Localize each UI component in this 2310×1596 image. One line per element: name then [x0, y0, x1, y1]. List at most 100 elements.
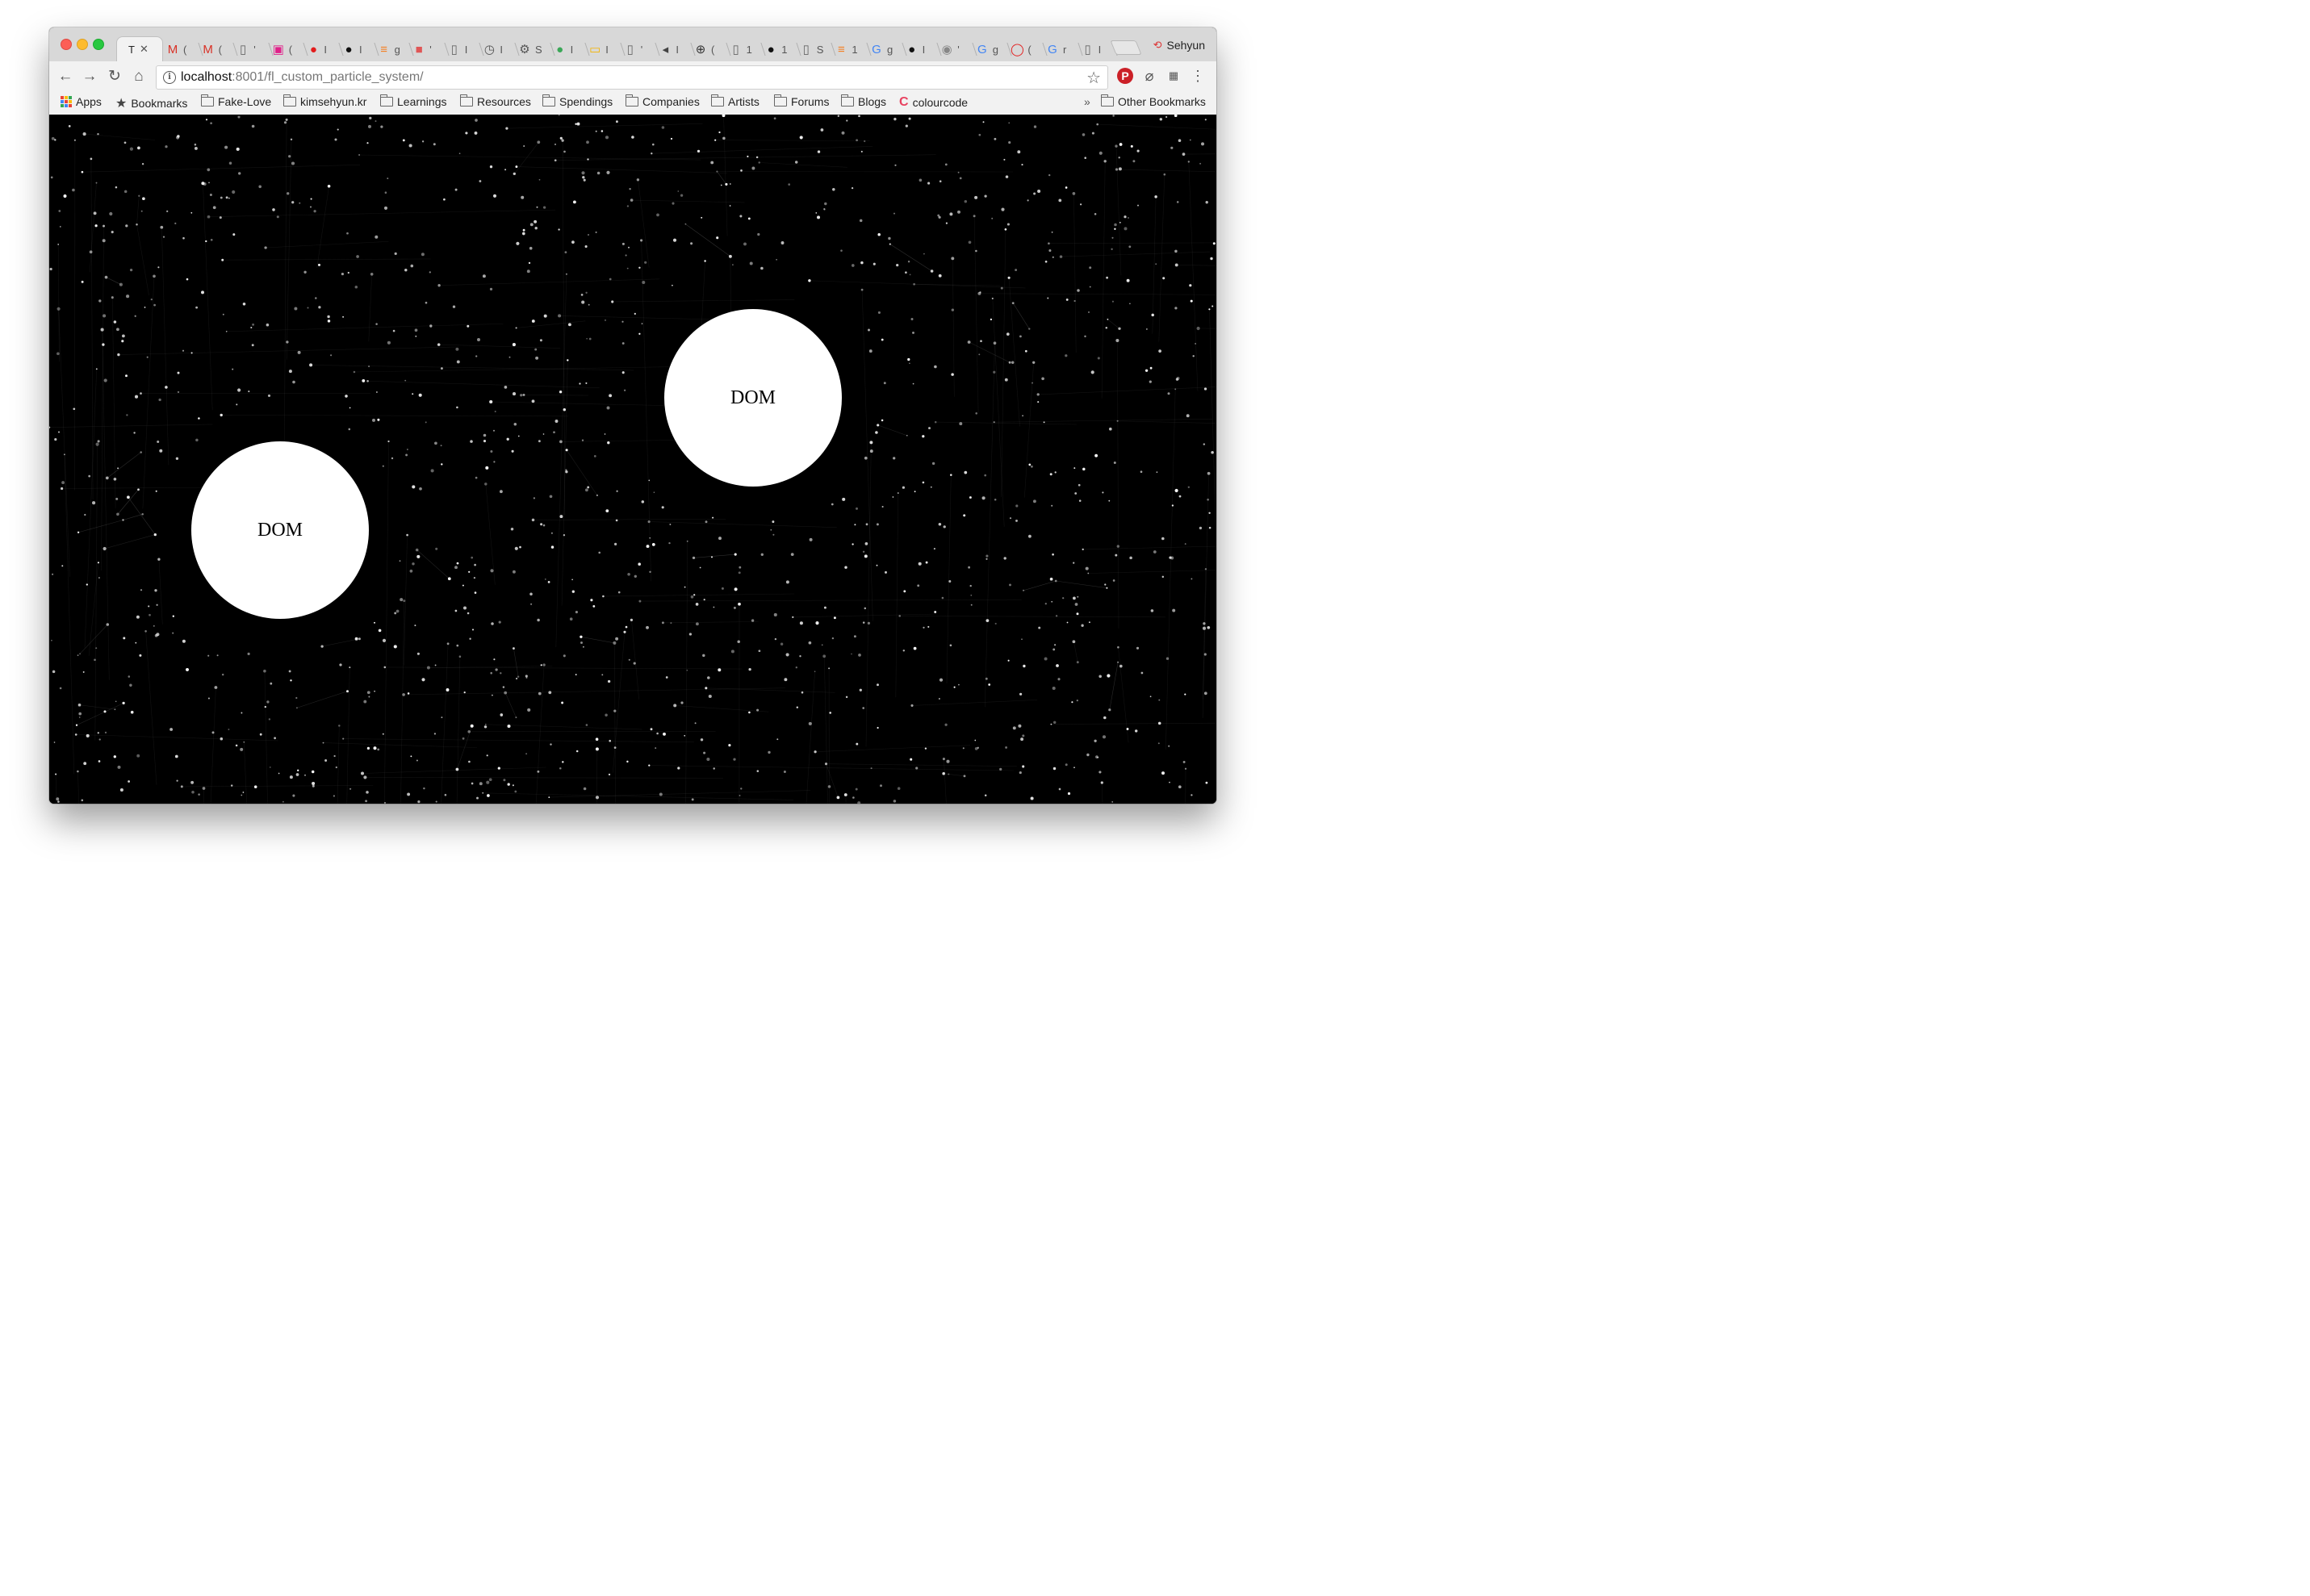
particle [595, 796, 600, 800]
particle [974, 739, 977, 742]
paperclip-icon[interactable]: ⌀ [1141, 68, 1157, 84]
particle [382, 733, 384, 735]
particle [368, 124, 371, 128]
particle [402, 139, 405, 142]
back-button[interactable]: ← [56, 68, 74, 86]
bookmark-folder-artists[interactable]: Artists [710, 94, 760, 108]
pinterest-icon[interactable]: P [1117, 68, 1133, 84]
particle [95, 442, 99, 446]
particle-link [84, 369, 98, 648]
tab-document[interactable]: ▯ I [1069, 37, 1118, 61]
particle [548, 796, 550, 798]
profile-button[interactable]: ⟲ Sehyun [1153, 39, 1205, 52]
particle-link [1203, 569, 1207, 700]
particle [647, 520, 651, 524]
menu-icon[interactable]: ⋮ [1190, 68, 1206, 84]
particle-link [516, 166, 728, 173]
bookmark-folder-blogs[interactable]: Blogs [840, 94, 886, 108]
bookmark-folder-learnings[interactable]: Learnings [379, 94, 447, 108]
particle [739, 215, 743, 218]
particle [1059, 255, 1063, 258]
particle [263, 669, 266, 673]
particle [378, 629, 382, 633]
bookmark-folder-companies[interactable]: Companies [625, 94, 700, 108]
particle [718, 537, 722, 541]
particle [1008, 141, 1011, 144]
particle [628, 658, 630, 661]
bookmark-star-icon[interactable]: ☆ [1086, 68, 1101, 88]
close-window-button[interactable] [61, 39, 72, 50]
bookmark-folder-fake-love[interactable]: Fake-Love [200, 94, 271, 108]
particle [851, 186, 854, 190]
particle [190, 780, 195, 784]
particle [318, 306, 321, 309]
bookmark-other-bookmarks[interactable]: Other Bookmarks [1100, 94, 1206, 108]
particle [486, 780, 490, 784]
new-tab-button[interactable] [1110, 40, 1142, 55]
close-tab-icon[interactable]: ✕ [140, 43, 149, 56]
particle [467, 324, 470, 328]
bookmark-apps[interactable]: Apps [61, 95, 102, 108]
home-button[interactable]: ⌂ [130, 68, 148, 86]
particle-canvas[interactable] [49, 115, 1216, 804]
particle [232, 190, 236, 194]
particle [605, 136, 609, 140]
particle [605, 320, 606, 321]
url-text[interactable]: localhost:8001/fl_custom_particle_system… [181, 70, 424, 85]
particle [471, 556, 474, 559]
particle-link [952, 258, 955, 397]
bookmarks-overflow-button[interactable]: » [1084, 95, 1090, 108]
particle [404, 379, 407, 382]
particle-link [1165, 389, 1176, 750]
particle-link [806, 671, 815, 804]
particle [537, 140, 541, 144]
bookmark-bookmarks[interactable]: ★ Bookmarks [115, 95, 187, 111]
bookmark-folder-forums[interactable]: Forums [773, 94, 829, 108]
particle [585, 724, 588, 726]
bookmark-folder-resources[interactable]: Resources [459, 94, 531, 108]
particle [1168, 745, 1170, 747]
bot-icon: ◉ [941, 43, 952, 56]
forward-button[interactable]: → [81, 68, 98, 86]
particle [272, 208, 275, 211]
particle [853, 635, 856, 638]
info-icon[interactable]: i [163, 71, 176, 84]
minimize-window-button[interactable] [77, 39, 88, 50]
particle [1022, 415, 1023, 417]
particle [202, 787, 206, 790]
particle [563, 534, 566, 537]
particle [346, 690, 349, 693]
qr-code-icon[interactable]: ▦ [1165, 68, 1182, 84]
maximize-window-button[interactable] [93, 39, 104, 50]
particle-link [102, 329, 110, 680]
particle [282, 800, 284, 803]
bookmark-folder-spendings[interactable]: Spendings [542, 94, 613, 108]
bookmark-colourcode[interactable]: C colourcode [899, 95, 968, 110]
particle [991, 217, 994, 219]
particle [374, 621, 375, 624]
particle [942, 771, 945, 775]
particle [504, 386, 508, 389]
particle [53, 742, 56, 743]
particle-link [559, 315, 725, 320]
particle-link [946, 474, 952, 684]
particle [476, 796, 479, 800]
particle-link [142, 276, 155, 509]
particle [799, 621, 803, 625]
bookmark-label: Bookmarks [131, 97, 188, 110]
bookmark-folder-kimsehyun[interactable]: kimsehyun.kr [282, 94, 366, 108]
particle [705, 520, 708, 524]
particle-link [566, 449, 598, 496]
particle [1055, 615, 1058, 617]
page-viewport[interactable]: DOM DOM [49, 115, 1216, 804]
particle [1082, 133, 1086, 136]
dom-circle-left[interactable]: DOM [191, 441, 369, 619]
reload-button[interactable]: ↻ [106, 68, 123, 86]
address-bar[interactable]: i localhost:8001/fl_custom_particle_syst… [156, 65, 1108, 90]
particle [722, 136, 726, 140]
particle [210, 122, 212, 125]
particle [247, 652, 250, 655]
dom-circle-right[interactable]: DOM [664, 309, 842, 487]
particle [1199, 162, 1202, 165]
particle [1129, 303, 1131, 305]
